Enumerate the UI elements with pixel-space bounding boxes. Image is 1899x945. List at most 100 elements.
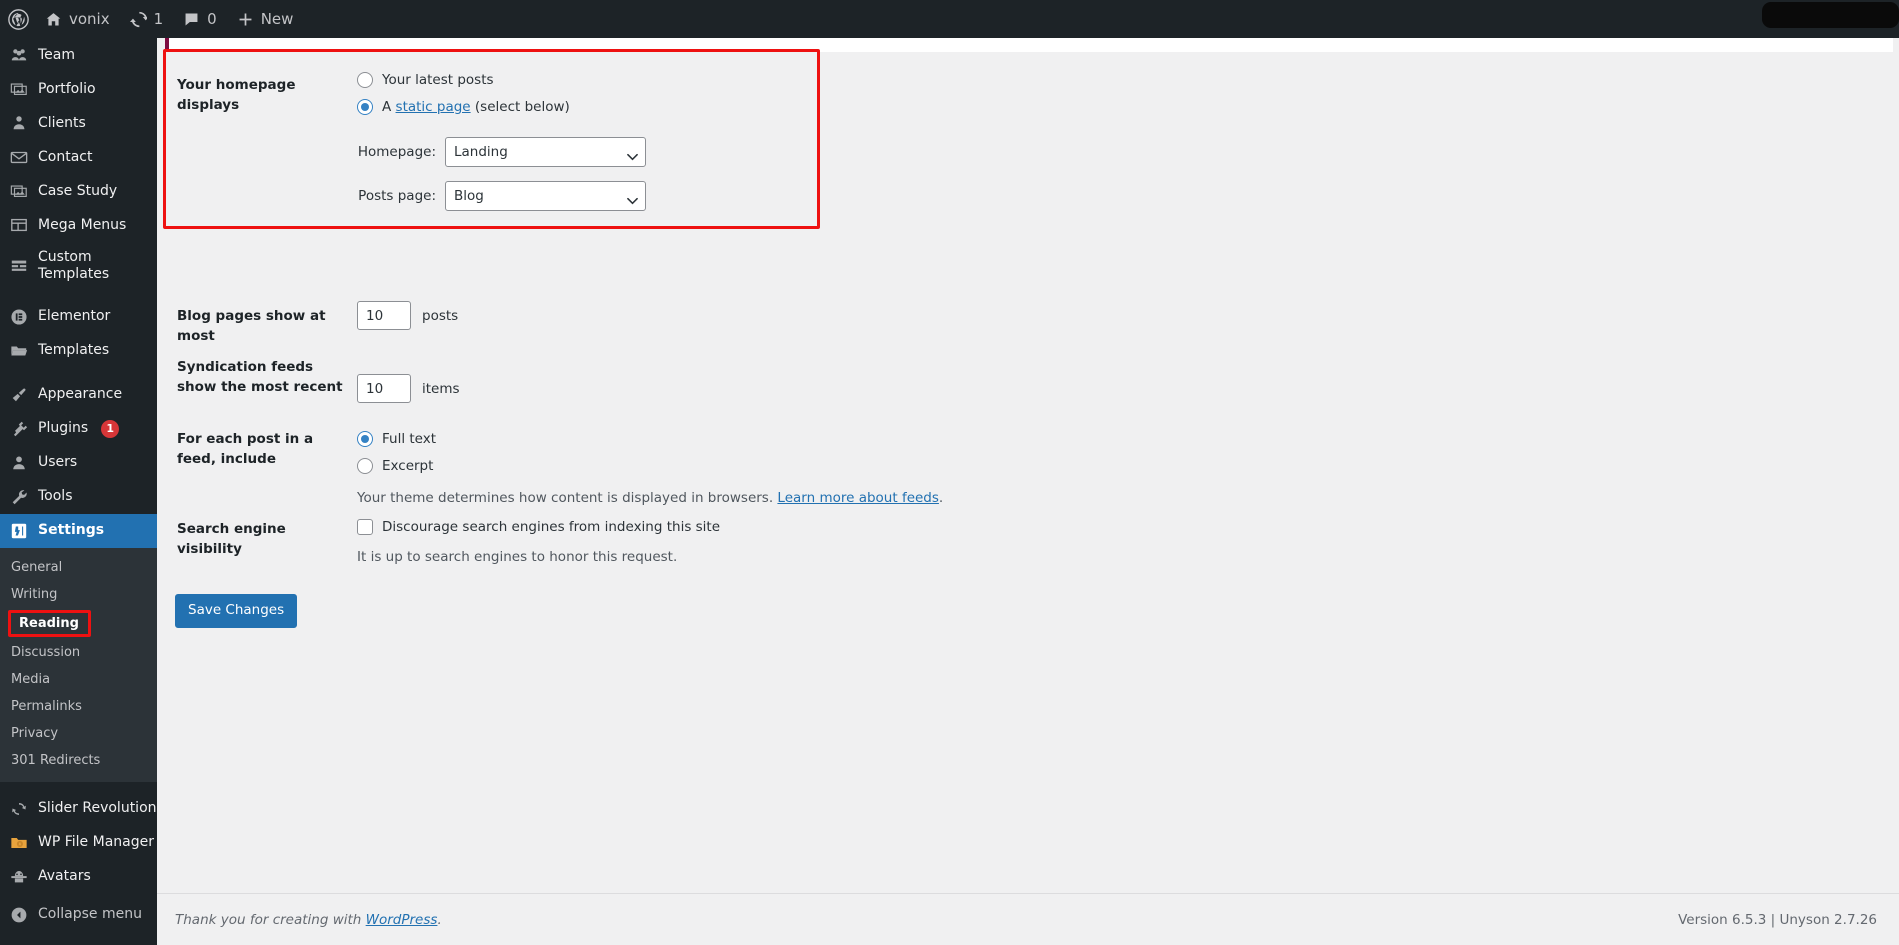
feed-helper-prefix: Your theme determines how content is dis… — [357, 489, 778, 506]
feed-include-helper: Your theme determines how content is dis… — [357, 488, 943, 508]
sidebar-item-avatars[interactable]: Avatars — [0, 860, 157, 894]
sidebar-item-permalinks[interactable]: Permalinks — [0, 693, 157, 720]
radio-latest-posts[interactable]: Your latest posts — [357, 71, 646, 90]
feed-include-label: For each post in a feed, include — [177, 431, 314, 467]
search-visibility-field: Discourage search engines from indexing … — [357, 518, 720, 567]
comments-button[interactable]: 0 — [173, 0, 227, 38]
blog-pages-label: Blog pages show at most — [177, 308, 326, 344]
main-content: Your homepage displays Your latest posts… — [157, 38, 1899, 945]
footer-thanks-suffix: . — [437, 911, 442, 928]
sidebar-item-portfolio[interactable]: Portfolio — [0, 72, 157, 106]
home-icon — [45, 11, 62, 28]
homepage-select-row: Homepage: Landing — [357, 136, 646, 167]
static-page-suffix: (select below) — [470, 98, 570, 115]
sidebar-item-contact[interactable]: Contact — [0, 140, 157, 174]
sidebar-item-label: Users — [38, 454, 78, 471]
elementor-icon — [9, 307, 29, 327]
group-icon — [9, 45, 29, 65]
updates-button[interactable]: 1 — [120, 0, 174, 38]
admin-sidebar: Team Portfolio Clients Contact Case Stud — [0, 0, 165, 945]
posts-page-select-label: Posts page: — [358, 187, 436, 204]
sidebar-item-settings[interactable]: Settings — [0, 513, 165, 548]
blog-pages-input[interactable]: 10 — [357, 301, 411, 330]
sidebar-item-label: Appearance — [38, 386, 123, 403]
radio-full-text-label: Full text — [382, 431, 437, 447]
homepage-displays-label: Your homepage displays — [177, 77, 296, 113]
sidebar-item-label: Portfolio — [38, 80, 96, 97]
radio-full-text[interactable]: Full text — [357, 430, 943, 449]
sidebar-item-general[interactable]: General — [0, 554, 157, 581]
settings-icon — [9, 521, 29, 541]
posts-page-select[interactable]: Blog — [445, 180, 646, 211]
homepage-select[interactable]: Landing — [445, 136, 646, 167]
redacted-region — [1762, 2, 1899, 28]
new-content-button[interactable]: New — [227, 0, 304, 38]
feed-helper-suffix: . — [938, 489, 944, 506]
sidebar-item-appearance[interactable]: Appearance — [0, 378, 157, 412]
sidebar-item-wp-file-manager[interactable]: WP File Manager — [0, 826, 157, 860]
chevron-down-icon — [627, 149, 638, 161]
homepage-select-label: Homepage: — [357, 143, 436, 160]
sidebar-item-label: Team — [38, 46, 76, 63]
sidebar-item-clients[interactable]: Clients — [0, 106, 157, 140]
sidebar-item-label: Clients — [38, 114, 86, 131]
collapse-menu-button[interactable]: Collapse menu — [0, 898, 157, 932]
sidebar-item-users[interactable]: Users — [0, 446, 157, 480]
folder-icon — [9, 341, 29, 361]
sidebar-item-plugins[interactable]: Plugins 1 — [0, 412, 157, 446]
radio-full-text-control[interactable] — [357, 431, 373, 448]
footer-version: Version 6.5.3 | Unyson 2.7.26 — [1678, 911, 1877, 928]
sidebar-item-label: WP File Manager — [38, 834, 154, 851]
sidebar-item-case-study[interactable]: Case Study — [0, 174, 157, 208]
sidebar-item-label: Tools — [38, 488, 73, 505]
sidebar-separator — [0, 368, 157, 378]
images-icon — [9, 181, 29, 201]
avatar-icon — [9, 867, 29, 887]
sidebar-item-elementor[interactable]: Elementor — [0, 300, 157, 334]
sidebar-item-team[interactable]: Team — [0, 38, 157, 72]
sidebar-item-media[interactable]: Media — [0, 666, 157, 693]
grid-icon — [9, 215, 29, 235]
learn-more-feeds-link[interactable]: Learn more about feeds — [777, 490, 939, 506]
radio-excerpt-control[interactable] — [357, 458, 373, 475]
chevron-down-icon — [627, 193, 638, 205]
wrench-icon — [9, 487, 29, 507]
sidebar-item-slider-revolution[interactable]: Slider Revolution — [0, 792, 157, 826]
radio-excerpt[interactable]: Excerpt — [357, 457, 943, 476]
radio-latest-posts-control[interactable] — [357, 72, 373, 89]
checkbox-discourage-control[interactable] — [357, 519, 373, 536]
wordpress-logo-button[interactable] — [0, 0, 35, 38]
settings-submenu: General Writing Reading Discussion Media… — [0, 547, 157, 782]
sidebar-item-privacy[interactable]: Privacy — [0, 720, 157, 747]
syndication-input[interactable]: 10 — [357, 374, 411, 403]
update-icon — [129, 11, 147, 28]
sidebar-item-label: Templates — [38, 342, 110, 359]
feed-include-field: Full text Excerpt Your theme determines … — [357, 430, 943, 508]
radio-static-page-control[interactable] — [357, 99, 373, 116]
sidebar-item-writing[interactable]: Writing — [0, 581, 157, 608]
static-page-prefix: A — [382, 98, 396, 115]
checkbox-discourage-label: Discourage search engines from indexing … — [382, 519, 721, 535]
static-page-link[interactable]: static page — [396, 99, 471, 115]
sidebar-item-discussion[interactable]: Discussion — [0, 639, 157, 666]
blog-pages-field: 10 posts — [357, 301, 458, 330]
admin-footer: Thank you for creating with WordPress. V… — [157, 893, 1899, 945]
radio-static-page[interactable]: A static page (select below) — [357, 98, 646, 117]
radio-static-page-label: A static page (select below) — [382, 98, 570, 117]
wordpress-logo-icon — [8, 8, 29, 30]
site-name-button[interactable]: vonix — [35, 0, 120, 38]
chevron-left-circle-icon — [9, 905, 29, 925]
plus-icon — [237, 11, 254, 28]
sidebar-item-label: Contact — [38, 148, 93, 165]
radio-latest-posts-label: Your latest posts — [382, 72, 494, 88]
sidebar-item-mega-menus[interactable]: Mega Menus — [0, 208, 157, 242]
save-changes-button[interactable]: Save Changes — [175, 594, 298, 628]
sidebar-item-reading[interactable]: Reading — [8, 609, 91, 637]
sidebar-item-custom-templates[interactable]: Custom Templates — [0, 242, 157, 290]
sidebar-item-tools[interactable]: Tools — [0, 480, 157, 514]
checkbox-discourage-search-engines[interactable]: Discourage search engines from indexing … — [357, 518, 720, 537]
sidebar-item-templates[interactable]: Templates — [0, 334, 157, 368]
posts-page-select-row: Posts page: Blog — [357, 180, 646, 211]
sidebar-item-301-redirects[interactable]: 301 Redirects — [0, 747, 157, 774]
footer-wordpress-link[interactable]: WordPress — [366, 912, 438, 928]
